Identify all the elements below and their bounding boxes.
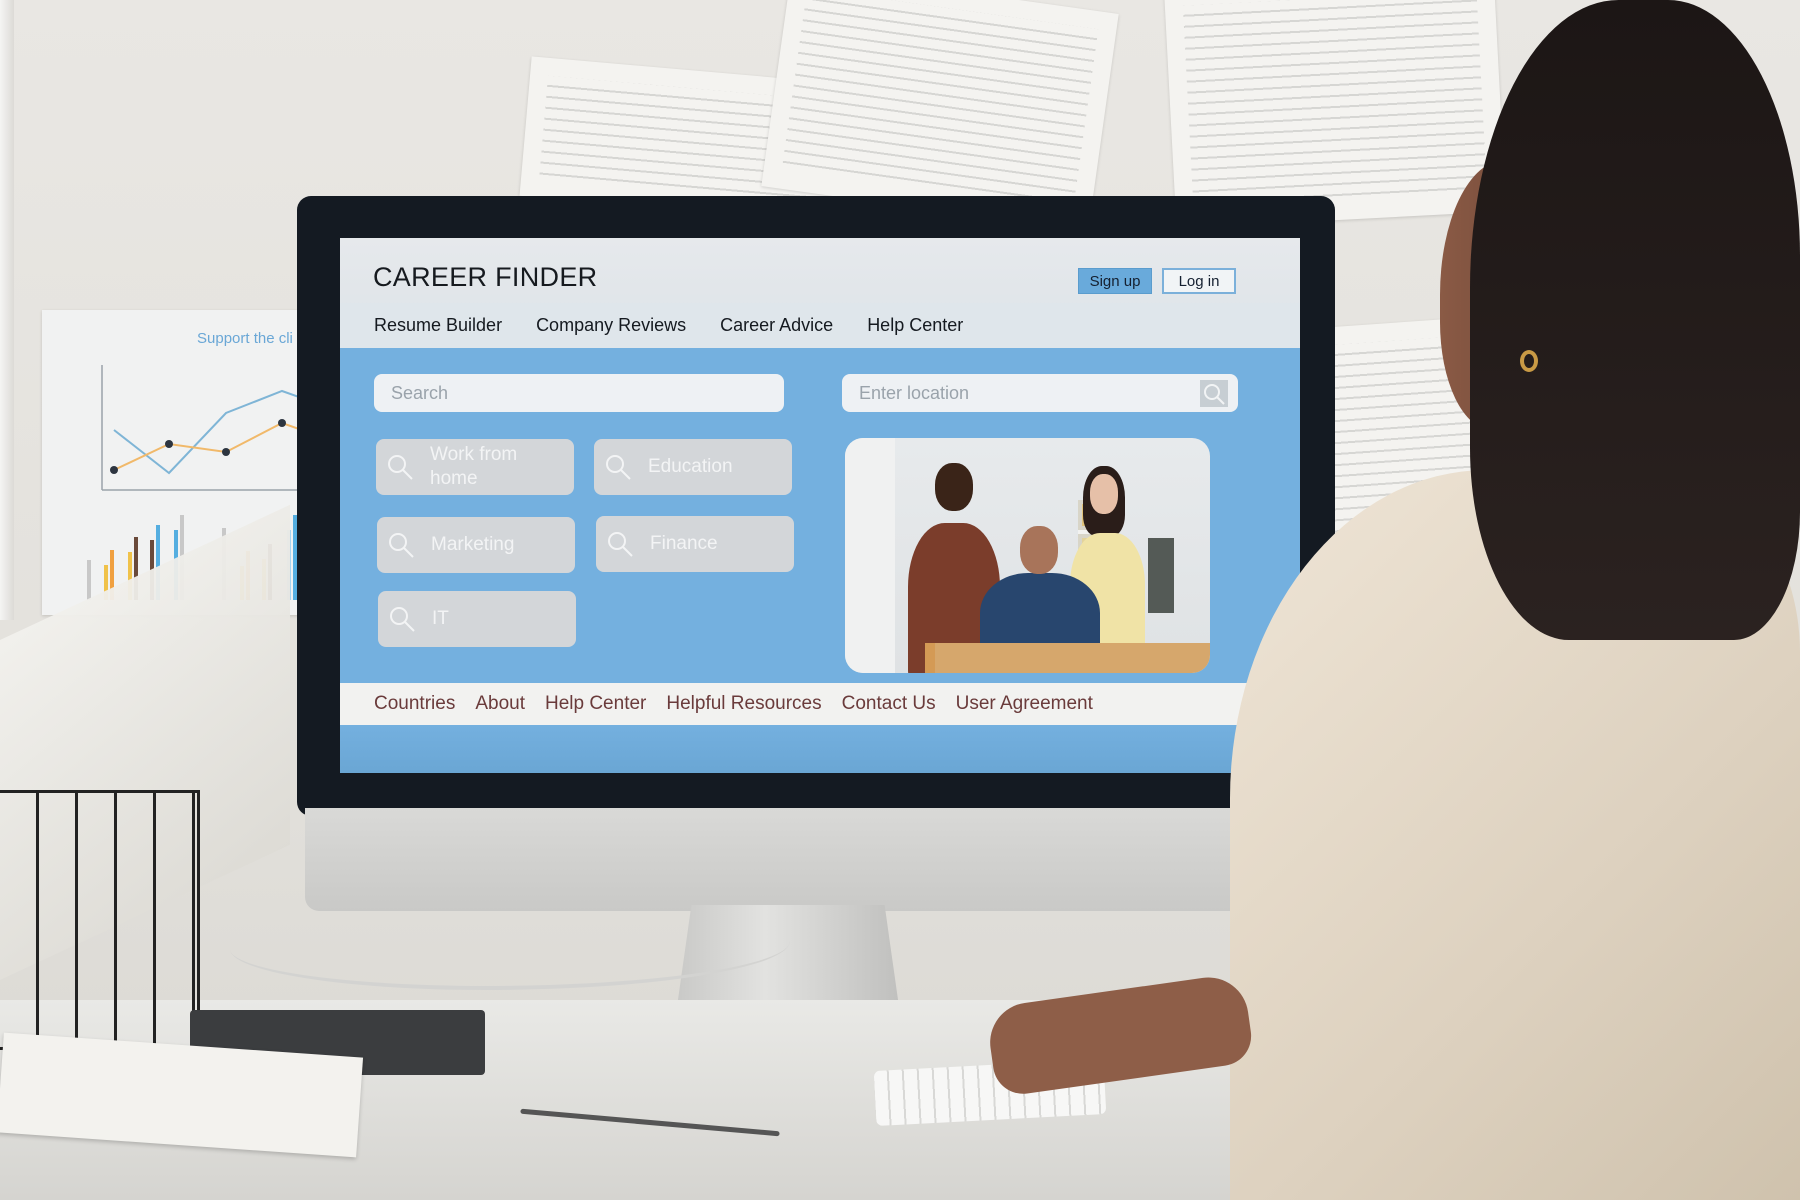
category-education[interactable]: Education [594, 439, 792, 495]
wire-basket [0, 790, 200, 1050]
search-icon [606, 455, 631, 480]
footer-about[interactable]: About [475, 693, 525, 715]
hair [1470, 0, 1800, 640]
nav-career-advice[interactable]: Career Advice [720, 315, 833, 336]
site-logo[interactable]: CAREER FINDER [373, 262, 597, 293]
nav-help-center[interactable]: Help Center [867, 315, 963, 336]
category-label: IT [432, 608, 449, 629]
category-marketing[interactable]: Marketing [377, 517, 575, 573]
search-placeholder: Search [391, 382, 449, 403]
footer-contact-us[interactable]: Contact Us [842, 693, 936, 715]
category-finance[interactable]: Finance [596, 516, 794, 572]
earring [1520, 350, 1538, 372]
location-placeholder: Enter location [859, 382, 970, 403]
footer-user-agreement[interactable]: User Agreement [956, 693, 1093, 715]
search-icon [389, 533, 414, 558]
category-label: Education [648, 456, 733, 477]
category-work-from-home[interactable]: Work from home [376, 439, 574, 495]
category-label: Finance [650, 533, 718, 554]
nav-resume-builder[interactable]: Resume Builder [374, 315, 502, 336]
window-edge [0, 0, 14, 620]
search-icon [390, 607, 415, 632]
search-icon [388, 455, 413, 480]
category-it[interactable]: IT [378, 591, 576, 647]
search-icon [608, 532, 633, 557]
nav-company-reviews[interactable]: Company Reviews [536, 315, 686, 336]
footer-help-center[interactable]: Help Center [545, 693, 646, 715]
category-label: Work from home [430, 444, 518, 489]
category-label: Marketing [431, 534, 515, 555]
footer-helpful-resources[interactable]: Helpful Resources [666, 693, 821, 715]
footer-countries[interactable]: Countries [374, 693, 455, 715]
search-input[interactable]: Search [374, 374, 784, 412]
